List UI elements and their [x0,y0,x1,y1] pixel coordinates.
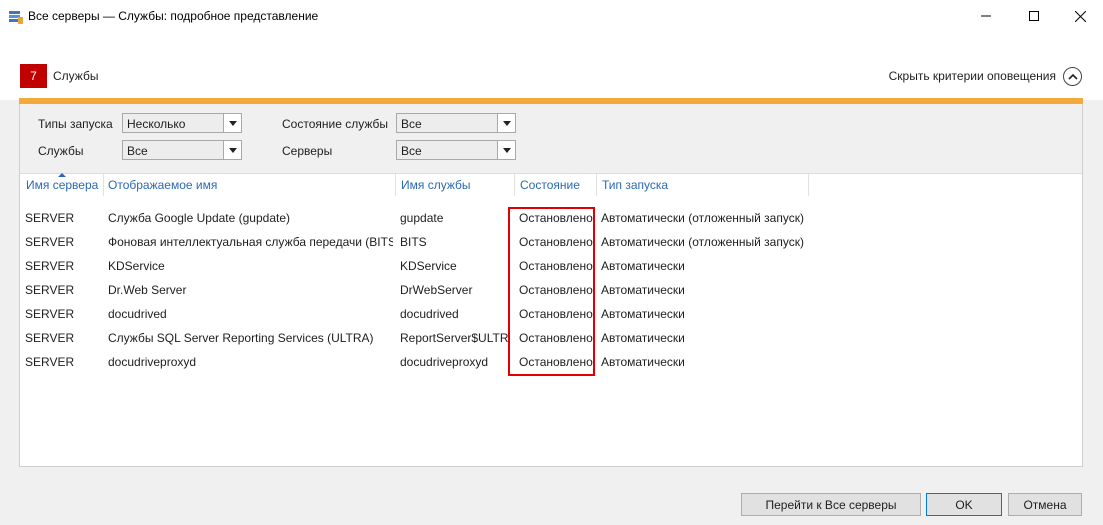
cell-service-name: docudrived [400,307,459,321]
column-divider[interactable] [808,174,809,196]
column-divider[interactable] [596,174,597,196]
cell-startup-type: Автоматически [601,283,685,297]
cell-display-name: Фоновая интеллектуальная служба передачи… [108,235,393,249]
cell-service-name: BITS [400,235,427,249]
startup-types-label: Типы запуска [38,117,113,131]
maximize-icon [1029,11,1039,21]
cell-server: SERVER [25,259,75,273]
column-header-state[interactable]: Состояние [520,178,580,192]
servers-combo[interactable]: Все [396,140,516,160]
cell-startup-type: Автоматически [601,331,685,345]
service-state-label: Состояние службы [282,117,389,131]
column-divider[interactable] [514,174,515,196]
column-divider[interactable] [395,174,396,196]
startup-types-combo[interactable]: Несколько [122,113,242,133]
column-header-display-name[interactable]: Отображаемое имя [108,178,217,192]
cell-server: SERVER [25,355,75,369]
cell-display-name: KDService [108,259,165,273]
column-header-server-name[interactable]: Имя сервера [26,178,98,192]
cell-startup-type: Автоматически [601,307,685,321]
column-divider[interactable] [103,174,104,196]
startup-types-value: Несколько [127,117,186,131]
goto-all-servers-button[interactable]: Перейти к Все серверы [741,493,921,516]
dropdown-arrow-icon [223,114,241,132]
cell-server: SERVER [25,331,75,345]
cell-startup-type: Автоматически (отложенный запуск) [601,235,804,249]
column-header-startup-type[interactable]: Тип запуска [602,178,668,192]
count-badge: 7 [20,64,47,88]
minimize-button[interactable] [963,0,1009,32]
cell-startup-type: Автоматически [601,259,685,273]
cell-display-name: docudriveproxyd [108,355,197,369]
services-value: Все [127,144,148,158]
chevron-up-icon [1063,66,1082,86]
services-label: Службы [38,144,84,158]
cell-display-name: Служба Google Update (gupdate) [108,211,290,225]
cell-startup-type: Автоматически (отложенный запуск) [601,211,804,225]
minimize-icon [981,15,991,17]
cell-service-name: KDService [400,259,457,273]
dropdown-arrow-icon [497,141,515,159]
sort-ascending-icon [58,173,66,177]
ok-button[interactable]: OK [926,493,1002,516]
service-state-combo[interactable]: Все [396,113,516,133]
state-highlight-box [508,207,595,376]
cancel-button[interactable]: Отмена [1008,493,1082,516]
cell-display-name: Dr.Web Server [108,283,187,297]
cell-server: SERVER [25,307,75,321]
services-combo[interactable]: Все [122,140,242,160]
cell-server: SERVER [25,283,75,297]
hide-criteria-label: Скрыть критерии оповещения [888,69,1056,83]
cell-service-name: DrWebServer [400,283,473,297]
servers-label: Серверы [282,144,333,158]
dropdown-arrow-icon [497,114,515,132]
cell-server: SERVER [25,235,75,249]
cell-server: SERVER [25,211,75,225]
section-title: Службы [53,69,99,83]
cell-service-name: ReportServer$ULTRA [400,331,509,345]
title-bar: Все серверы — Службы: подробное представ… [0,0,1103,34]
close-icon [1074,10,1086,22]
cell-display-name: Службы SQL Server Reporting Services (UL… [108,331,374,345]
dropdown-arrow-icon [223,141,241,159]
servers-value: Все [401,144,422,158]
maximize-button[interactable] [1011,0,1057,32]
service-state-value: Все [401,117,422,131]
cell-display-name: docudrived [108,307,167,321]
hide-criteria-toggle[interactable]: Скрыть критерии оповещения [889,64,1082,88]
column-header-service-name[interactable]: Имя службы [401,178,471,192]
window-title: Все серверы — Службы: подробное представ… [28,9,319,23]
server-manager-icon [8,9,24,25]
cell-startup-type: Автоматически [601,355,685,369]
cell-service-name: docudriveproxyd [400,355,489,369]
cell-service-name: gupdate [400,211,444,225]
close-button[interactable] [1057,0,1103,32]
